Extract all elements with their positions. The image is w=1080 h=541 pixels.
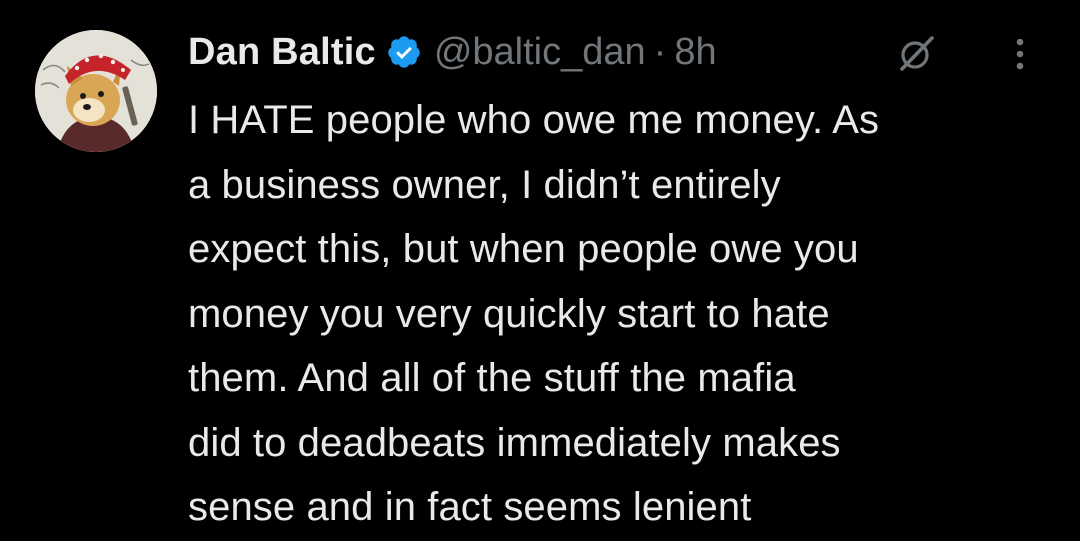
tweet-text-line: did to deadbeats immediately makes bbox=[188, 420, 841, 465]
tweet-text-line: a business owner, I didn’t entirely bbox=[188, 162, 781, 207]
grok-icon[interactable] bbox=[896, 34, 936, 74]
tweet-text: I HATE people who owe me money. As a bus… bbox=[188, 88, 1058, 540]
tweet-text-line: money you very quickly start to hate bbox=[188, 291, 830, 336]
tweet-text-line: expect this, but when people owe you bbox=[188, 227, 859, 271]
tweet-text-line: them. And all of the stuff the mafia bbox=[188, 356, 796, 400]
tweet-text-line: sense and in fact seems lenient bbox=[188, 485, 752, 529]
tweet[interactable]: Dan Baltic @baltic_dan · 8h I HATE peopl… bbox=[0, 0, 1080, 541]
doge-avatar-icon bbox=[35, 30, 157, 152]
header-separator: · bbox=[653, 30, 667, 73]
author-handle[interactable]: @baltic_dan bbox=[434, 31, 646, 74]
more-options-icon[interactable] bbox=[1002, 34, 1038, 74]
author-display-name[interactable]: Dan Baltic bbox=[188, 31, 376, 74]
tweet-text-line: I HATE people who owe me money. As bbox=[188, 98, 880, 142]
verified-badge-icon[interactable] bbox=[386, 34, 422, 70]
tweet-timestamp[interactable]: 8h bbox=[674, 31, 716, 74]
tweet-header: Dan Baltic @baltic_dan · 8h bbox=[188, 26, 717, 78]
author-avatar[interactable] bbox=[35, 30, 157, 152]
